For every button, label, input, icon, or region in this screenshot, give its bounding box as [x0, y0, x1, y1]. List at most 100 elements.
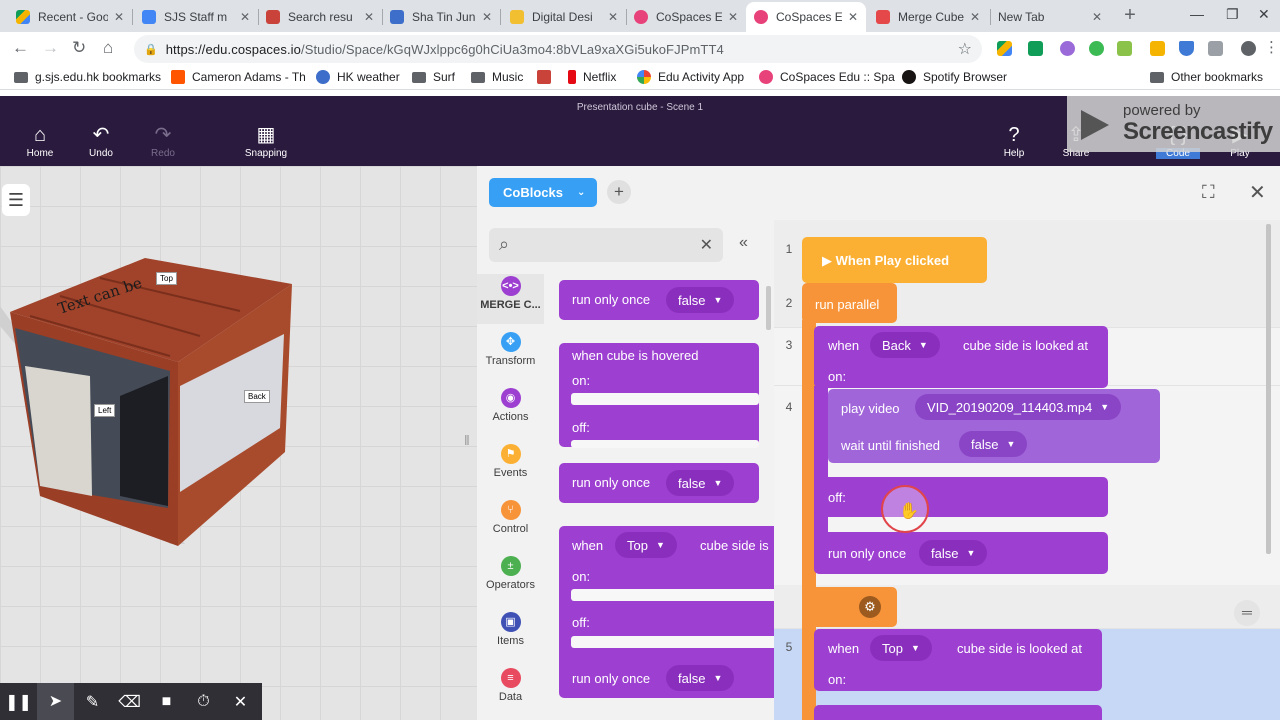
close-tab-icon[interactable]: ✕ [728, 10, 738, 24]
bookmark-item[interactable]: Cameron Adams - Th [171, 70, 306, 84]
scene-viewport[interactable]: ☰ Text can be Top Left Back [0, 166, 477, 720]
forward-arrow-icon[interactable]: → [42, 38, 59, 58]
extension-icon[interactable] [1060, 41, 1075, 56]
shield-extension-icon[interactable] [1179, 41, 1194, 56]
canvas-scrollbar[interactable] [1266, 224, 1271, 554]
extension-icon[interactable] [1150, 41, 1165, 56]
browser-tab[interactable]: Search resu ✕ [258, 2, 382, 32]
bookmark-star-icon[interactable]: ☆ [958, 39, 972, 59]
merge-cube-3d[interactable]: Text can be [0, 166, 477, 720]
extension-icon[interactable] [1208, 41, 1223, 56]
bookmark-item[interactable]: Netflix [568, 70, 616, 84]
false-dropdown[interactable]: false ▼ [919, 540, 988, 566]
false-dropdown[interactable]: false ▼ [666, 470, 735, 496]
category-control[interactable]: ⑂ Control [477, 500, 544, 535]
close-tab-icon[interactable]: ✕ [608, 10, 618, 24]
redo-button[interactable]: ↷ Redo [133, 124, 193, 159]
off-section[interactable]: off: [814, 477, 1108, 517]
category-events[interactable]: ⚑ Events [477, 444, 544, 479]
camera-icon[interactable]: ■ [148, 693, 185, 711]
restore-window-icon[interactable]: ❐ [1226, 6, 1239, 23]
browser-tab-active[interactable]: CoSpaces E ✕ [746, 2, 866, 32]
run-parallel-block[interactable]: run parallel [802, 283, 897, 323]
category-data[interactable]: ≡ Data [477, 668, 544, 703]
gear-icon[interactable]: ⚙ [859, 596, 881, 618]
bookmark-item[interactable]: Music [471, 70, 523, 84]
browser-tab[interactable]: SJS Staff m ✕ [134, 2, 258, 32]
code-canvas[interactable]: 1 2 3 4 5 ▶ When Play clicked run parall… [774, 220, 1280, 720]
close-tab-icon[interactable]: ✕ [240, 10, 250, 24]
palette-block-run-only-once[interactable]: run only once false ▼ [559, 280, 759, 320]
video-file-dropdown[interactable]: VID_20190209_114403.mp4 ▼ [915, 394, 1122, 420]
clear-search-icon[interactable]: ✕ [700, 235, 713, 255]
close-tab-icon[interactable]: ✕ [114, 10, 124, 24]
bookmark-item[interactable]: g.sjs.edu.hk bookmarks [14, 70, 161, 84]
run-parallel-footer[interactable]: ⚙ [802, 587, 897, 627]
category-operators[interactable]: ± Operators [477, 556, 544, 591]
select-cursor-icon[interactable]: ➤ [37, 683, 74, 720]
bookmark-item[interactable]: CoSpaces Edu :: Spa [759, 70, 895, 84]
pencil-icon[interactable]: ✎ [74, 692, 111, 712]
false-dropdown[interactable]: false ▼ [666, 665, 735, 691]
drive-extension-icon[interactable] [997, 41, 1012, 56]
bookmark-item[interactable] [537, 70, 558, 84]
close-tab-icon[interactable]: ✕ [364, 10, 374, 24]
extension-icon[interactable] [1117, 41, 1132, 56]
back-arrow-icon[interactable]: ← [12, 38, 29, 58]
category-actions[interactable]: ◉ Actions [477, 388, 544, 423]
address-bar[interactable]: 🔒 https://edu.cospaces.io/Studio/Space/k… [134, 35, 982, 63]
bookmark-item[interactable]: Edu Activity App [637, 70, 744, 84]
false-dropdown[interactable]: false ▼ [666, 287, 735, 313]
new-tab-icon[interactable]: + [1120, 4, 1140, 26]
close-tab-icon[interactable]: ✕ [482, 10, 492, 24]
when-play-clicked-block[interactable]: ▶ When Play clicked [802, 237, 987, 283]
browser-tab[interactable]: Digital Desi ✕ [502, 2, 626, 32]
browser-tab[interactable]: Recent - Goo ✕ [8, 2, 132, 32]
palette-scrollbar[interactable] [766, 286, 771, 330]
close-window-icon[interactable]: ✕ [1258, 6, 1270, 23]
minimize-icon[interactable]: ═ [1234, 600, 1260, 626]
run-only-once-row[interactable]: run only once false ▼ [814, 532, 1108, 574]
false-dropdown[interactable]: false ▼ [959, 431, 1028, 457]
bookmark-item[interactable]: HK weather [316, 70, 400, 84]
palette-block-run-only-once[interactable]: run only once false ▼ [559, 463, 759, 503]
profile-avatar[interactable] [1241, 41, 1256, 56]
expand-icon[interactable]: ⛶ [1202, 182, 1215, 203]
coblocks-dropdown[interactable]: CoBlocks ⌄ [489, 178, 597, 207]
classroom-extension-icon[interactable] [1028, 41, 1043, 56]
palette-block-when-cube-hovered[interactable]: when cube is hovered on: off: [559, 343, 759, 448]
browser-tab[interactable]: CoSpaces E ✕ [626, 2, 746, 32]
snapping-button[interactable]: ▦ Snapping [236, 124, 296, 159]
when-top-side-block[interactable]: when Top ▼ cube side is looked at on: [814, 629, 1102, 691]
play-video-block[interactable]: play video VID_20190209_114403.mp4 ▼ wait… [828, 389, 1160, 463]
side-dropdown[interactable]: Top ▼ [615, 532, 677, 558]
panel-resize-handle[interactable]: ‖ [464, 432, 470, 448]
help-button[interactable]: ? Help [984, 124, 1044, 159]
close-tab-icon[interactable]: ✕ [848, 10, 858, 24]
undo-button[interactable]: ↶ Undo [71, 124, 131, 159]
menu-kebab-icon[interactable]: ⋮ [1264, 38, 1279, 56]
close-tab-icon[interactable]: ✕ [970, 10, 980, 24]
browser-tab[interactable]: New Tab ✕ [990, 2, 1110, 32]
eraser-icon[interactable]: ⌫ [111, 692, 148, 712]
bookmark-item[interactable]: Surf [412, 70, 455, 84]
block-search-input[interactable]: ⌕ ✕ [489, 228, 723, 262]
extension-icon[interactable] [1089, 41, 1104, 56]
browser-tab[interactable]: Merge Cube ✕ [868, 2, 988, 32]
when-back-side-block[interactable]: when Back ▼ cube side is looked at on: [814, 326, 1108, 388]
home-button[interactable]: ⌂ Home [10, 124, 70, 159]
close-tab-icon[interactable]: ✕ [1092, 10, 1102, 24]
minimize-window-icon[interactable]: — [1190, 6, 1204, 22]
close-icon[interactable]: ✕ [1249, 180, 1266, 205]
timer-icon[interactable]: ⏱ [185, 693, 222, 711]
side-dropdown[interactable]: Back ▼ [870, 332, 940, 358]
add-script-button[interactable]: + [607, 180, 631, 204]
bookmark-item[interactable]: Other bookmarks [1150, 70, 1263, 84]
collapse-palette-icon[interactable]: « [739, 234, 748, 252]
pause-icon[interactable]: ❚❚ [0, 692, 37, 712]
reload-icon[interactable]: ↻ [72, 38, 86, 58]
bookmark-item[interactable]: Spotify Browser [902, 70, 1007, 84]
category-transform[interactable]: ✥ Transform [477, 332, 544, 367]
palette-block-when-cube-side[interactable]: when Top ▼ cube side is on: off: run only… [559, 526, 774, 698]
close-icon[interactable]: ✕ [222, 692, 259, 712]
